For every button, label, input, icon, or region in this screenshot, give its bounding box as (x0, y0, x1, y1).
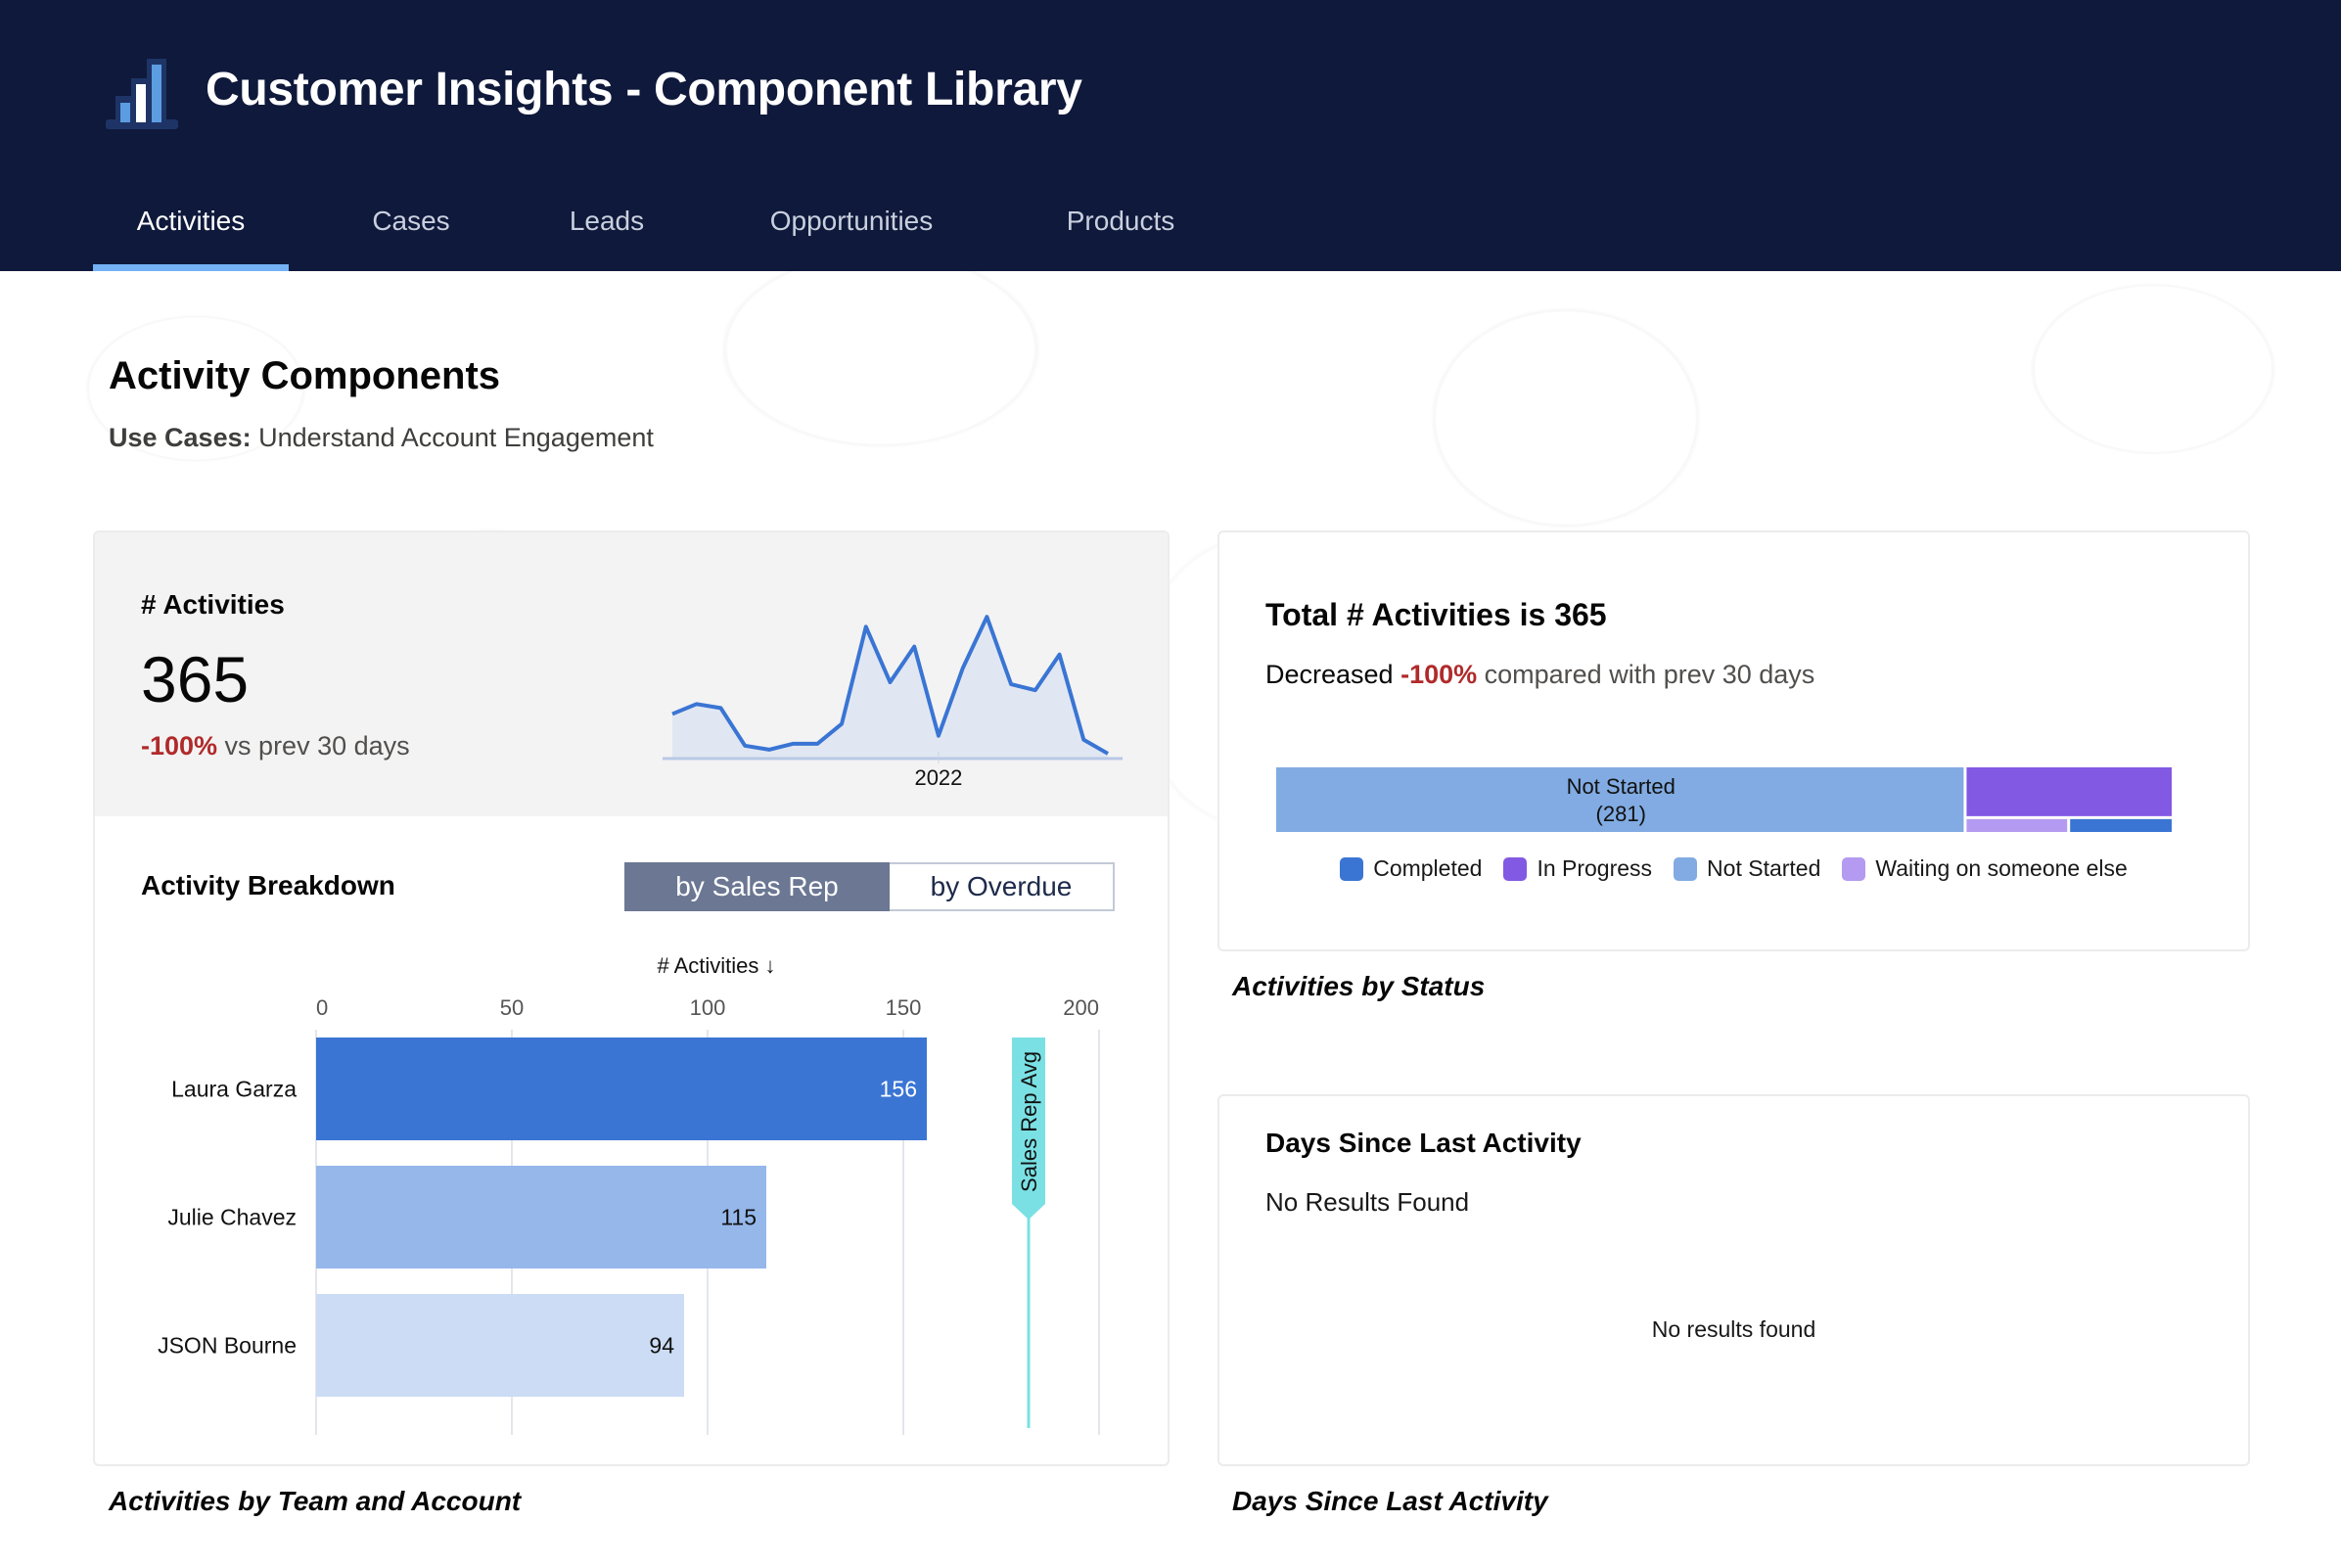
days-since-card: Days Since Last Activity No Results Foun… (1217, 1094, 2250, 1466)
legend-swatch (1340, 856, 1364, 881)
legend-swatch (1503, 856, 1528, 881)
by-sales-rep-button[interactable]: by Sales Rep (624, 862, 890, 911)
sparkline-chart: 2022 (663, 615, 1123, 787)
legend-item[interactable]: Not Started (1674, 855, 1820, 882)
by-overdue-button[interactable]: by Overdue (890, 862, 1115, 911)
kpi-value: 365 (141, 643, 250, 715)
bar (316, 1038, 927, 1140)
legend-swatch (1842, 856, 1866, 881)
tab-products[interactable]: Products (1037, 196, 1204, 271)
use-cases-value: Understand Account Engagement (258, 423, 654, 452)
empty-state: No results found (1651, 1316, 1816, 1342)
breakdown-title: Activity Breakdown (141, 870, 395, 900)
avg-line-label: Sales Rep Avg (1017, 1051, 1041, 1192)
status-title: Total # Activities is 365 (1265, 597, 1607, 632)
kpi-delta-value: -100% (141, 731, 218, 761)
legend-item[interactable]: Waiting on someone else (1842, 855, 2128, 882)
status-sub-tail: compared with prev 30 days (1477, 660, 1815, 689)
category-label: JSON Bourne (158, 1333, 297, 1359)
tab-activities[interactable]: Activities (93, 196, 289, 271)
legend-label: Waiting on someone else (1875, 855, 2128, 881)
days-title: Days Since Last Activity (1265, 1128, 1582, 1158)
kpi-delta: -100% vs prev 30 days (141, 731, 410, 761)
bar-value-label: 115 (720, 1205, 757, 1230)
bar (316, 1294, 684, 1397)
treemap-cell-completed (2070, 818, 2172, 832)
legend-label: Not Started (1707, 855, 1821, 881)
legend-swatch (1674, 856, 1698, 881)
status-treemap: Not Started (281) (1276, 767, 2172, 832)
bar-chart-icon (106, 59, 178, 129)
status-legend: Completed In Progress Not Started Waiting o… (1219, 855, 2248, 882)
kpi-label: # Activities (141, 589, 285, 620)
x-axis-title: # Activities ↓ (657, 953, 775, 978)
activity-bar-chart: # Activities ↓ 0 50 100 150 200 Laura Garza 156… (158, 953, 1100, 1435)
caption-days-since: Days Since Last Activity (1232, 1486, 1548, 1516)
legend-item[interactable]: In Progress (1503, 855, 1652, 882)
caption-status: Activities by Status (1232, 971, 1486, 1001)
use-cases-label: Use Cases: (109, 423, 252, 452)
legend-label: In Progress (1537, 855, 1653, 881)
status-subtitle: Decreased -100% compared with prev 30 da… (1265, 660, 1814, 690)
status-card: Total # Activities is 365 Decreased -100… (1217, 530, 2250, 951)
days-subtitle: No Results Found (1265, 1187, 1470, 1217)
x-tick-label: 100 (690, 995, 726, 1020)
tab-opportunities[interactable]: Opportunities (749, 196, 954, 271)
tab-leads[interactable]: Leads (538, 196, 675, 271)
activities-card: # Activities 365 -100% vs prev 30 days 2… (93, 530, 1170, 1466)
treemap-cell-waiting (1966, 818, 2068, 832)
use-cases: Use Cases: Understand Account Engagement (109, 423, 654, 453)
legend-label: Completed (1373, 855, 1483, 881)
breakdown-toggle: by Sales Rep by Overdue (624, 862, 1115, 911)
tab-cases[interactable]: Cases (343, 196, 480, 271)
kpi-section: # Activities 365 -100% vs prev 30 days 2… (95, 532, 1168, 816)
category-label: Laura Garza (171, 1077, 297, 1102)
sparkline-x-label: 2022 (914, 765, 962, 787)
status-sub-lead: Decreased (1265, 660, 1401, 689)
bar (316, 1166, 766, 1268)
treemap-value: (281) (1596, 802, 1646, 826)
legend-item[interactable]: Completed (1340, 855, 1482, 882)
treemap-label: Not Started (1567, 774, 1675, 799)
x-tick-label: 150 (886, 995, 922, 1020)
main-nav: Activities Cases Leads Opportunities Pro… (0, 196, 2341, 271)
x-tick-label: 50 (500, 995, 524, 1020)
bar-value-label: 94 (649, 1333, 674, 1359)
page-title: Activity Components (109, 354, 501, 397)
category-label: Julie Chavez (167, 1205, 297, 1230)
app-title: Customer Insights - Component Library (206, 64, 1082, 115)
status-sub-delta: -100% (1400, 660, 1478, 689)
app-header: Customer Insights - Component Library Ac… (0, 0, 2341, 271)
bar-value-label: 156 (880, 1077, 917, 1102)
kpi-delta-suffix: vs prev 30 days (217, 731, 410, 761)
x-tick-label: 0 (316, 995, 328, 1020)
treemap-cell-in-progress (1966, 767, 2172, 816)
x-tick-label: 200 (1063, 995, 1099, 1020)
caption-team-account: Activities by Team and Account (109, 1486, 522, 1516)
